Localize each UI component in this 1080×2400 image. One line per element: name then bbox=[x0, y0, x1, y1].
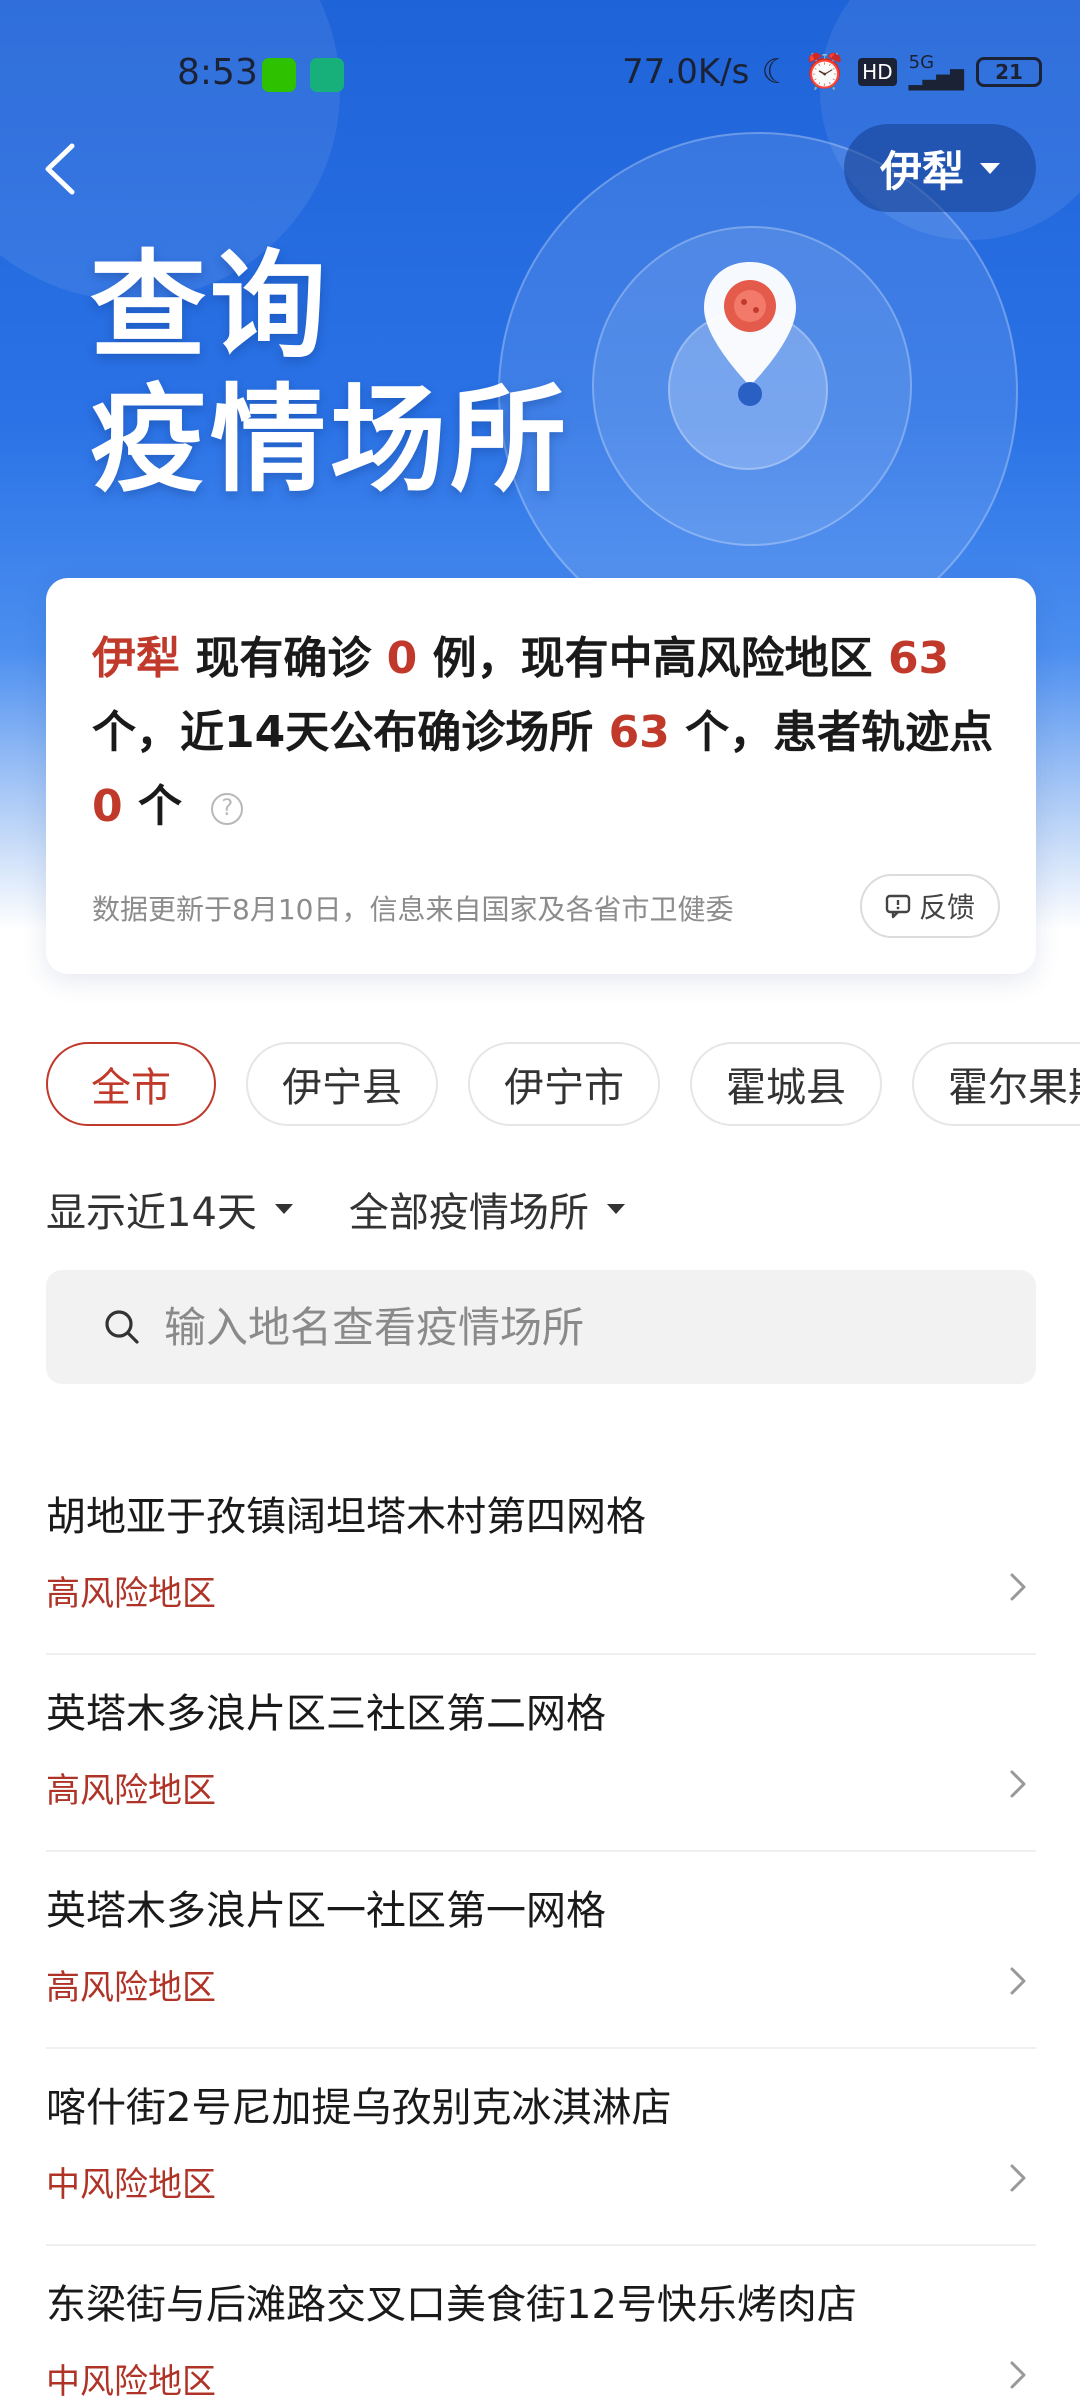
district-chip[interactable]: 伊宁县 bbox=[246, 1042, 438, 1126]
chevron-right-icon bbox=[1010, 1573, 1026, 1601]
summary-text: 伊犁 现有确诊 0 例，现有中高风险地区 63 个，近14天公布确诊场所 63 … bbox=[92, 633, 994, 832]
status-time: 8:53 bbox=[177, 52, 258, 93]
district-chip[interactable]: 霍城县 bbox=[690, 1042, 882, 1126]
net-speed: 77.0K/s bbox=[622, 52, 750, 92]
risk-level: 高风险地区 bbox=[46, 1968, 216, 2008]
district-chip-all[interactable]: 全市 bbox=[46, 1042, 216, 1126]
list-item[interactable]: 东梁街与后滩路交叉口美食街12号快乐烤肉店 中风险地区 bbox=[46, 2246, 1036, 2400]
search-bar bbox=[46, 1270, 1036, 1384]
search-icon bbox=[105, 1310, 139, 1344]
place-list: 胡地亚于孜镇阔坦塔木村第四网格 高风险地区 英塔木多浪片区三社区第二网格 高风险… bbox=[46, 1458, 1036, 2400]
signal-icon: 5G ▂▄▆█ bbox=[908, 52, 964, 91]
shield-icon bbox=[310, 58, 344, 92]
type-filter-dropdown[interactable]: 全部疫情场所 bbox=[349, 1180, 625, 1238]
risk-level: 高风险地区 bbox=[46, 1771, 216, 1811]
alarm-icon: ⏰ bbox=[803, 52, 847, 92]
caret-down-icon bbox=[606, 1204, 625, 1214]
place-name: 胡地亚于孜镇阔坦塔木村第四网格 bbox=[46, 1494, 646, 1540]
feedback-button[interactable]: 反馈 bbox=[860, 874, 1000, 938]
list-item[interactable]: 英塔木多浪片区一社区第一网格 高风险地区 bbox=[46, 1852, 1036, 2049]
confirmed-count: 0 bbox=[386, 633, 418, 684]
district-chip[interactable]: 伊宁市 bbox=[468, 1042, 660, 1126]
list-item[interactable]: 喀什街2号尼加提乌孜别克冰淇淋店 中风险地区 bbox=[46, 2049, 1036, 2246]
list-item[interactable]: 英塔木多浪片区三社区第二网格 高风险地区 bbox=[46, 1655, 1036, 1852]
list-item[interactable]: 胡地亚于孜镇阔坦塔木村第四网格 高风险地区 bbox=[46, 1458, 1036, 1655]
chevron-right-icon bbox=[1010, 2361, 1026, 2389]
city-selector-label: 伊犁 bbox=[879, 146, 964, 196]
caret-down-icon bbox=[274, 1204, 293, 1214]
risk-level: 中风险地区 bbox=[46, 2165, 216, 2205]
risk-area-count: 63 bbox=[887, 633, 950, 684]
city-selector-button[interactable]: 伊犁 bbox=[844, 124, 1036, 212]
risk-level: 高风险地区 bbox=[46, 1574, 216, 1614]
feedback-label: 反馈 bbox=[918, 891, 975, 924]
update-note: 数据更新于8月10日，信息来自国家及各省市卫健委 bbox=[92, 893, 734, 926]
moon-icon: ☾ bbox=[761, 52, 792, 92]
caret-down-icon bbox=[980, 162, 1000, 174]
days-filter-dropdown[interactable]: 显示近14天 bbox=[46, 1180, 293, 1238]
map-pin-icon bbox=[704, 262, 796, 406]
feedback-icon bbox=[885, 894, 911, 919]
search-input[interactable] bbox=[164, 1302, 984, 1352]
district-tabs: 全市 伊宁县 伊宁市 霍城县 霍尔果斯 bbox=[46, 1042, 1080, 1128]
track-point-count: 0 bbox=[92, 781, 123, 832]
place-name: 喀什街2号尼加提乌孜别克冰淇淋店 bbox=[46, 2085, 672, 2131]
filter-bar: 显示近14天 全部疫情场所 bbox=[46, 1180, 625, 1238]
place-name: 英塔木多浪片区三社区第二网格 bbox=[46, 1691, 606, 1737]
wechat-icon bbox=[262, 58, 296, 92]
chevron-right-icon bbox=[1010, 1770, 1026, 1798]
page-title: 查询 疫情场所 bbox=[90, 239, 570, 508]
place-name: 东梁街与后滩路交叉口美食街12号快乐烤肉店 bbox=[46, 2282, 857, 2328]
back-button[interactable] bbox=[32, 132, 96, 206]
help-icon[interactable]: ? bbox=[211, 793, 244, 825]
place-name: 英塔木多浪片区一社区第一网格 bbox=[46, 1888, 606, 1934]
risk-level: 中风险地区 bbox=[46, 2362, 216, 2400]
chevron-right-icon bbox=[1010, 1967, 1026, 1995]
chevron-right-icon bbox=[1010, 2164, 1026, 2192]
place-count: 63 bbox=[608, 707, 670, 758]
battery-icon: 21 bbox=[976, 57, 1042, 87]
district-chip[interactable]: 霍尔果斯 bbox=[912, 1042, 1080, 1126]
hd-icon: HD bbox=[858, 58, 897, 86]
summary-card: 伊犁 现有确诊 0 例，现有中高风险地区 63 个，近14天公布确诊场所 63 … bbox=[46, 578, 1036, 974]
